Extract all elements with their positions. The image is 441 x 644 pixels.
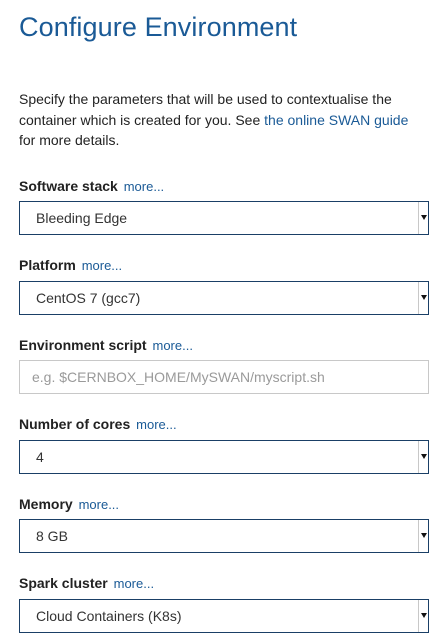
software-stack-value: Bleeding Edge (36, 210, 128, 226)
memory-label-text: Memory (19, 496, 73, 512)
chevron-down-icon[interactable] (418, 441, 428, 473)
configure-environment-page: Configure Environment Specify the parame… (0, 0, 441, 644)
cores-label-text: Number of cores (19, 416, 131, 432)
platform-more-link[interactable]: more... (82, 258, 122, 273)
cores-label: Number of cores more... (19, 416, 177, 432)
chevron-down-icon[interactable] (418, 282, 428, 314)
software-stack-select[interactable]: Bleeding Edge (19, 201, 429, 235)
memory-label: Memory more... (19, 496, 119, 512)
platform-label-text: Platform (19, 257, 76, 273)
spark-cluster-label: Spark cluster more... (19, 575, 154, 591)
environment-script-label-text: Environment script (19, 337, 147, 353)
chevron-down-icon[interactable] (418, 520, 428, 552)
spark-cluster-more-link[interactable]: more... (114, 576, 154, 591)
spark-cluster-label-text: Spark cluster (19, 575, 108, 591)
chevron-down-icon[interactable] (418, 202, 428, 234)
environment-script-input[interactable] (19, 360, 429, 394)
page-title: Configure Environment (19, 12, 298, 42)
intro-suffix: for more details. (19, 132, 120, 148)
cores-more-link[interactable]: more... (136, 417, 176, 432)
memory-select[interactable]: 8 GB (19, 519, 429, 553)
platform-value: CentOS 7 (gcc7) (36, 290, 141, 306)
platform-label: Platform more... (19, 257, 122, 273)
memory-more-link[interactable]: more... (79, 497, 119, 512)
intro-paragraph: Specify the parameters that will be used… (19, 89, 419, 151)
platform-select[interactable]: CentOS 7 (gcc7) (19, 281, 429, 315)
software-stack-label: Software stack more... (19, 178, 164, 194)
environment-script-label: Environment script more... (19, 337, 193, 353)
memory-value: 8 GB (36, 528, 68, 544)
spark-cluster-select[interactable]: Cloud Containers (K8s) (19, 599, 429, 633)
spark-cluster-value: Cloud Containers (K8s) (36, 608, 182, 624)
chevron-down-icon[interactable] (418, 600, 428, 632)
cores-select[interactable]: 4 (19, 440, 429, 474)
swan-guide-link[interactable]: the online SWAN guide (264, 112, 408, 128)
cores-value: 4 (36, 449, 44, 465)
software-stack-label-text: Software stack (19, 178, 118, 194)
environment-script-more-link[interactable]: more... (152, 338, 192, 353)
software-stack-more-link[interactable]: more... (124, 179, 164, 194)
